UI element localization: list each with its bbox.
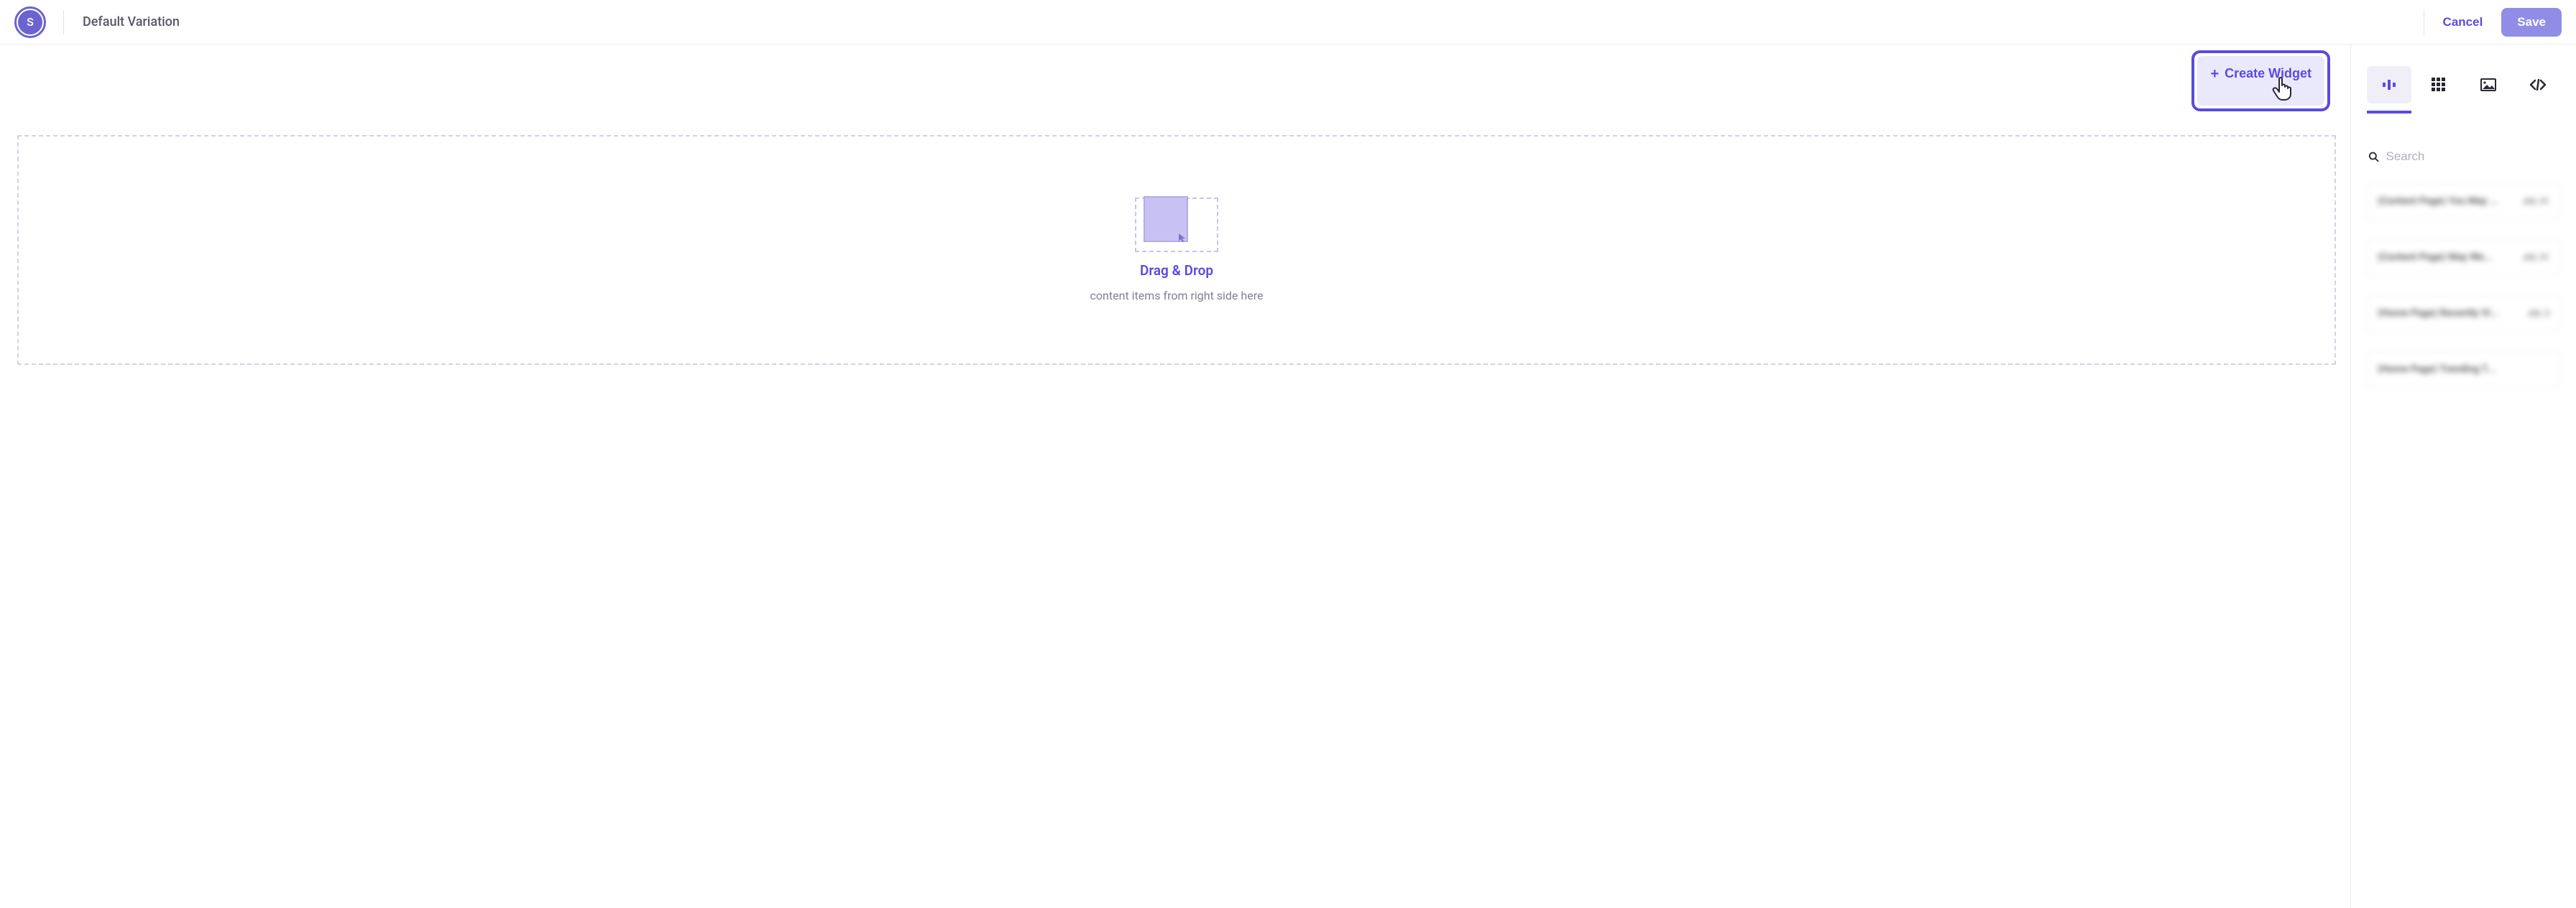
dropzone-subtitle: content items from right side here <box>1090 289 1264 302</box>
sidebar-tab-code[interactable] <box>2516 66 2560 103</box>
dropzone-title: Drag & Drop <box>1140 262 1213 279</box>
cancel-button[interactable]: Cancel <box>2443 15 2483 29</box>
list-item-meta: JUL 31 <box>2522 252 2549 262</box>
plus-icon: + <box>2210 67 2219 81</box>
layout-icon <box>2381 77 2397 93</box>
sidebar-tab-grid[interactable] <box>2416 66 2461 103</box>
list-item[interactable]: (Home Page) Recently Vi... JUL 3 <box>2365 295 2562 332</box>
image-icon <box>2480 78 2496 91</box>
sidebar-tab-layout[interactable] <box>2367 66 2411 103</box>
list-item[interactable]: (Content Page) You May ... JUL 31 <box>2365 182 2562 220</box>
create-widget-button[interactable]: + Create Widget <box>2197 56 2324 106</box>
sidebar-tabs <box>2351 45 2576 106</box>
search-icon <box>2368 151 2379 162</box>
create-widget-highlight: + Create Widget <box>2191 50 2330 111</box>
list-item-title: (Home Page) Recently Vi... <box>2378 307 2499 319</box>
topbar: S Default Variation Cancel Save <box>0 0 2576 45</box>
canvas-area: + Create Widget Drag & Drop content item… <box>0 45 2350 908</box>
list-item-meta: JUL 3 <box>2527 308 2549 318</box>
dropzone[interactable]: Drag & Drop content items from right sid… <box>17 135 2336 365</box>
create-widget-label: Create Widget <box>2225 66 2312 81</box>
list-item[interactable]: (Home Page) Trending T... <box>2365 351 2562 388</box>
list-item-meta: JUL 31 <box>2522 196 2549 206</box>
dropzone-illustration <box>1135 198 1218 252</box>
arrow-cursor-icon <box>1178 233 1187 245</box>
list-item[interactable]: (Content Page) May We... JUL 31 <box>2365 238 2562 276</box>
sidebar-list: (Content Page) You May ... JUL 31 (Conte… <box>2365 182 2562 388</box>
list-item-title: (Content Page) You May ... <box>2378 195 2498 207</box>
avatar-letter: S <box>18 10 42 34</box>
avatar[interactable]: S <box>14 6 46 38</box>
list-item-title: (Content Page) May We... <box>2378 251 2493 263</box>
list-item-title: (Home Page) Trending T... <box>2378 363 2496 375</box>
divider <box>63 10 64 34</box>
code-icon <box>2529 79 2547 91</box>
page-title: Default Variation <box>83 14 180 29</box>
save-button[interactable]: Save <box>2501 8 2562 37</box>
search-wrap <box>2365 149 2562 164</box>
search-input[interactable] <box>2386 149 2559 164</box>
sidebar: (Content Page) You May ... JUL 31 (Conte… <box>2350 45 2576 908</box>
grid-icon <box>2432 78 2446 92</box>
sidebar-tab-image[interactable] <box>2466 66 2511 103</box>
